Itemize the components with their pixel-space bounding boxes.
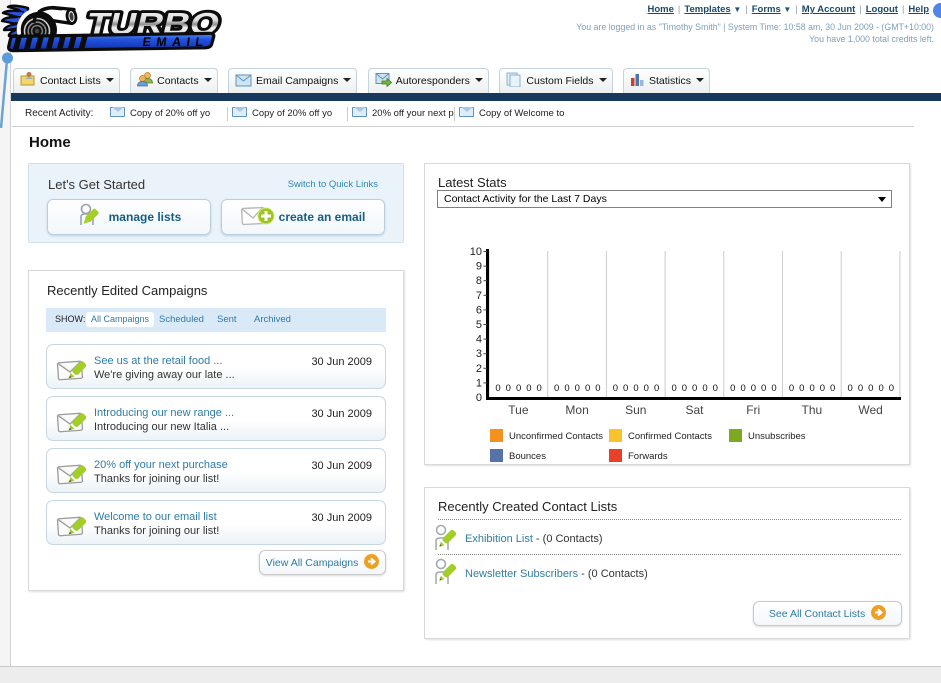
svg-text:0: 0 — [633, 383, 638, 394]
svg-text:0: 0 — [692, 383, 697, 394]
svg-text:8: 8 — [476, 275, 482, 287]
svg-text:0: 0 — [564, 383, 569, 394]
svg-text:0: 0 — [671, 383, 676, 394]
svg-text:0: 0 — [878, 383, 883, 394]
svg-text:0: 0 — [809, 383, 814, 394]
svg-text:0: 0 — [858, 383, 863, 394]
svg-text:0: 0 — [713, 383, 718, 394]
svg-text:Tue: Tue — [508, 403, 529, 417]
svg-text:0: 0 — [554, 383, 559, 394]
svg-text:0: 0 — [820, 383, 825, 394]
svg-text:Fri: Fri — [746, 403, 760, 417]
svg-text:0: 0 — [644, 383, 649, 394]
svg-text:Sat: Sat — [685, 403, 704, 417]
svg-text:0: 0 — [516, 383, 521, 394]
svg-text:0: 0 — [595, 383, 600, 394]
svg-text:0: 0 — [495, 383, 500, 394]
svg-text:0: 0 — [868, 383, 873, 394]
svg-text:2: 2 — [476, 363, 482, 375]
svg-text:0: 0 — [537, 383, 542, 394]
svg-text:0: 0 — [585, 383, 590, 394]
svg-text:3: 3 — [476, 348, 482, 360]
svg-text:0: 0 — [889, 383, 894, 394]
svg-text:7: 7 — [476, 290, 482, 302]
svg-text:0: 0 — [682, 383, 687, 394]
svg-text:1: 1 — [476, 377, 482, 389]
svg-text:Mon: Mon — [565, 403, 588, 417]
svg-text:Thu: Thu — [802, 403, 823, 417]
svg-text:EMAIL: EMAIL — [142, 35, 210, 49]
svg-text:0: 0 — [654, 383, 659, 394]
svg-text:0: 0 — [702, 383, 707, 394]
svg-text:0: 0 — [506, 383, 511, 394]
svg-text:Wed: Wed — [858, 403, 882, 417]
svg-text:0: 0 — [771, 383, 776, 394]
svg-text:4: 4 — [476, 334, 482, 346]
svg-text:0: 0 — [575, 383, 580, 394]
svg-text:0: 0 — [799, 383, 804, 394]
svg-text:0: 0 — [761, 383, 766, 394]
svg-text:0: 0 — [830, 383, 835, 394]
svg-text:0: 0 — [740, 383, 745, 394]
svg-text:0: 0 — [730, 383, 735, 394]
svg-text:0: 0 — [789, 383, 794, 394]
svg-text:9: 9 — [476, 261, 482, 273]
svg-text:5: 5 — [476, 319, 482, 331]
svg-text:0: 0 — [526, 383, 531, 394]
svg-text:0: 0 — [613, 383, 618, 394]
svg-text:0: 0 — [623, 383, 628, 394]
svg-text:0: 0 — [751, 383, 756, 394]
svg-text:0: 0 — [848, 383, 853, 394]
svg-text:0: 0 — [476, 392, 482, 404]
svg-text:Sun: Sun — [625, 403, 646, 417]
svg-text:6: 6 — [476, 304, 482, 316]
svg-text:10: 10 — [470, 246, 482, 258]
